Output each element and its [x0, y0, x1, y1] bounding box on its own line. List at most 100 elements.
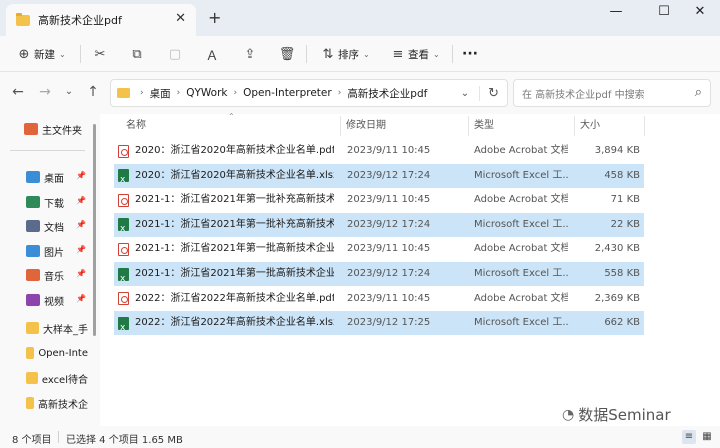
file-size: 558 KB [604, 268, 640, 279]
sidebar-item[interactable]: 高新技术企 [26, 392, 88, 414]
file-date: 2023/9/12 17:24 [347, 218, 431, 230]
up-arrow-icon[interactable]: ↑ [83, 84, 103, 100]
trash-icon: 🗑 [278, 46, 296, 62]
column-header-type[interactable]: 类型 [474, 114, 494, 138]
file-type: Microsoft Excel 工... [474, 317, 568, 329]
file-name: 2022：浙江省2022年高新技术企业名单.xlsx [135, 317, 334, 329]
maximize-button[interactable]: ☐ [644, 2, 684, 24]
back-arrow-icon[interactable]: ← [8, 84, 28, 100]
sidebar-item[interactable]: excel待合 [26, 367, 88, 389]
file-type: Microsoft Excel 工... [474, 169, 568, 181]
cut-button[interactable]: ✂ [90, 42, 110, 66]
file-row[interactable]: 2021-1：浙江省2021年第一批补充高新技术企... 2023/9/12 17… [114, 212, 644, 237]
pin-icon[interactable]: 📌 [76, 220, 86, 229]
address-dropdown-icon[interactable]: ⌄ [451, 88, 479, 99]
copy-button[interactable]: ⧉ [127, 42, 147, 66]
refresh-icon[interactable]: ↻ [479, 85, 507, 101]
file-type: Adobe Acrobat 文档 [474, 292, 568, 304]
share-button[interactable]: ⇪ [240, 42, 260, 66]
folder-icon [16, 12, 30, 26]
pin-icon[interactable]: 📌 [76, 269, 86, 278]
minimize-button[interactable]: — [596, 2, 636, 24]
file-name-cell: 2022：浙江省2022年高新技术企业名单.pdf [118, 287, 334, 311]
breadcrumb-open-interpreter[interactable]: Open-Interpreter [243, 87, 332, 99]
sort-button[interactable]: ⇅ 排序 ⌄ [318, 42, 370, 66]
new-button-label: 新建 [34, 48, 55, 61]
sidebar-scrollbar[interactable] [93, 124, 96, 336]
status-bar: 8 个项目 已选择 4 个项目 1.65 MB ≡ ▦ [0, 426, 720, 448]
file-row[interactable]: 2021-1：浙江省2021年第一批高新技术企业名... 2023/9/11 10… [114, 237, 644, 261]
excel-file-icon [118, 267, 129, 286]
rename-button[interactable]: Ａ [202, 42, 222, 66]
column-header-size[interactable]: 大小 [580, 114, 600, 138]
file-row[interactable]: 2021-1：浙江省2021年第一批补充高新技术企... 2023/9/11 10… [114, 188, 644, 212]
file-date: 2023/9/12 17:25 [347, 317, 431, 329]
file-name-cell: 2022：浙江省2022年高新技术企业名单.xlsx [118, 311, 334, 335]
file-size: 2,430 KB [594, 243, 640, 255]
recent-locations-icon[interactable]: ⌄ [59, 86, 79, 97]
sidebar-item[interactable]: 大样本_手 [26, 317, 88, 339]
forward-arrow-icon[interactable]: → [35, 84, 55, 100]
sidebar-item[interactable]: Open-Inte [26, 342, 88, 364]
delete-button[interactable]: 🗑 [277, 42, 297, 66]
breadcrumb-desktop[interactable]: 桌面 [150, 86, 171, 101]
search-icon: ⌕ [694, 85, 702, 100]
details-view-icon[interactable]: ≡ [682, 430, 696, 444]
file-row[interactable]: 2022：浙江省2022年高新技术企业名单.pdf 2023/9/11 10:45… [114, 287, 644, 311]
view-button[interactable]: ≡ 查看 ⌄ [388, 42, 440, 66]
navigation-bar: ← → ⌄ ↑ › 桌面 › QYWork › Open-Interpreter… [0, 72, 720, 114]
new-button[interactable]: ⊕ 新建 ⌄ [14, 42, 66, 66]
sidebar-item-home[interactable]: 主文件夹 [24, 118, 94, 140]
pdf-file-icon [118, 193, 129, 207]
paste-button[interactable]: ▢ [165, 42, 185, 66]
sidebar-item-label: 视频 [44, 296, 64, 308]
excel-file-icon [118, 168, 129, 188]
column-header-date[interactable]: 修改日期 [346, 114, 386, 138]
sidebar-item-label: 音乐 [44, 271, 64, 283]
file-name: 2020：浙江省2020年高新技术企业名单.xlsx [135, 169, 334, 181]
view-list-icon: ≡ [392, 46, 404, 62]
command-bar: ⊕ 新建 ⌄ ✂ ⧉ ▢ Ａ ⇪ 🗑 ⇅ 排序 ⌄ ≡ 查看 ⌄ ··· [0, 36, 720, 72]
pdf-file-icon [118, 242, 129, 256]
file-row[interactable]: 2022：浙江省2022年高新技术企业名单.xlsx 2023/9/12 17:2… [114, 311, 644, 336]
file-row[interactable]: 2021-1：浙江省2021年第一批高新技术企业名... 2023/9/12 17… [114, 262, 644, 286]
folder-icon [26, 322, 39, 334]
file-name-cell: 2021-1：浙江省2021年第一批补充高新技术企... [118, 213, 334, 237]
file-size: 662 KB [604, 317, 640, 329]
address-bar[interactable]: › 桌面 › QYWork › Open-Interpreter › 高新技术企… [110, 79, 508, 107]
pin-icon[interactable]: 📌 [76, 196, 86, 205]
file-name-cell: 2021-1：浙江省2021年第一批高新技术企业名... [118, 262, 334, 286]
excel-file-icon [118, 316, 129, 335]
column-header-name[interactable]: 名称 [126, 114, 146, 138]
view-button-label: 查看 [408, 48, 429, 61]
pin-icon[interactable]: 📌 [76, 171, 86, 180]
tab-current-folder[interactable]: 高新技术企业pdf ✕ [6, 4, 196, 36]
new-tab-button[interactable]: + [208, 8, 221, 27]
video-icon [26, 294, 40, 306]
file-name-cell: 2020：浙江省2020年高新技术企业名单.pdf [118, 139, 334, 163]
close-tab-icon[interactable]: ✕ [175, 11, 186, 26]
breadcrumb-qywork[interactable]: QYWork [186, 87, 227, 99]
file-name: 2021-1：浙江省2021年第一批高新技术企业名... [135, 268, 334, 279]
file-row[interactable]: 2020：浙江省2020年高新技术企业名单.xlsx 2023/9/12 17:2… [114, 163, 644, 188]
file-row[interactable]: 2020：浙江省2020年高新技术企业名单.pdf 2023/9/11 10:45… [114, 139, 644, 163]
sidebar-item-label: excel待合 [41, 374, 88, 386]
folder-icon [26, 397, 34, 409]
file-name: 2020：浙江省2020年高新技术企业名单.pdf [135, 145, 334, 156]
sidebar-divider [10, 150, 85, 151]
tiles-view-icon[interactable]: ▦ [700, 430, 714, 444]
close-window-button[interactable]: ✕ [680, 2, 720, 24]
paste-icon: ▢ [168, 46, 182, 62]
sort-ascending-icon: ⌃ [228, 112, 235, 121]
file-size: 2,369 KB [594, 292, 640, 304]
pin-icon[interactable]: 📌 [76, 294, 86, 303]
search-input[interactable]: 在 高新技术企业pdf 中搜索 ⌕ [513, 79, 711, 107]
file-date: 2023/9/11 10:45 [347, 194, 431, 206]
item-count: 8 个项目 [12, 435, 52, 446]
pdf-file-icon [118, 144, 129, 158]
desktop-icon [26, 171, 40, 183]
breadcrumb-current-folder[interactable]: 高新技术企业pdf [347, 86, 427, 101]
more-options-button[interactable]: ··· [462, 42, 478, 66]
scissors-icon: ✂ [94, 46, 106, 62]
pin-icon[interactable]: 📌 [76, 245, 86, 254]
